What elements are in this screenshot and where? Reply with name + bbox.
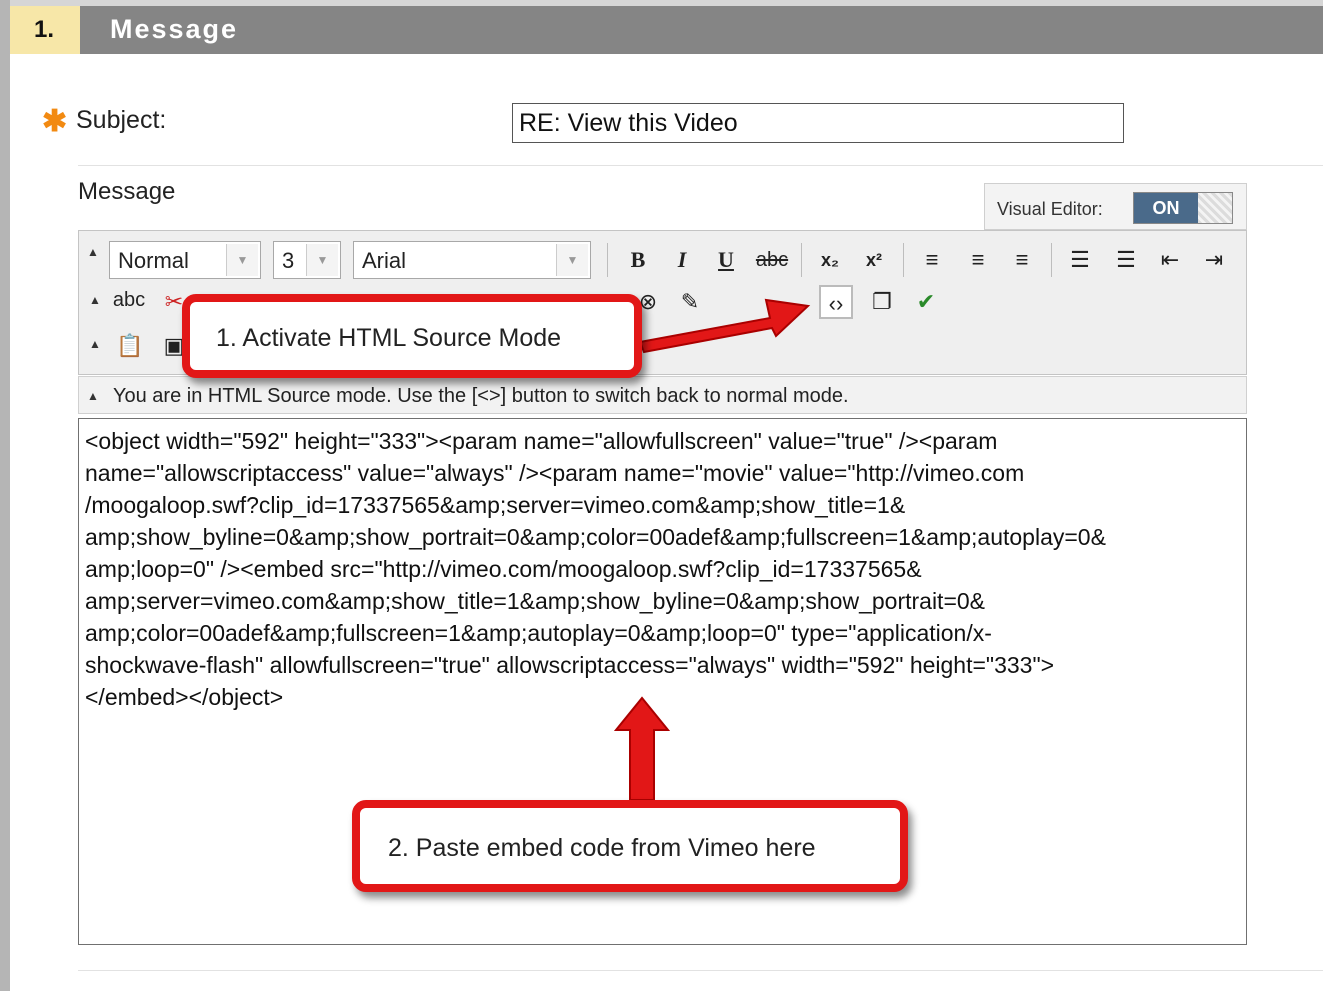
- callout-step1: 1. Activate HTML Source Mode: [182, 294, 642, 378]
- callout-step2-text: 2. Paste embed code from Vimeo here: [388, 834, 816, 862]
- arrow-to-html-button: [638, 298, 811, 354]
- arrow-to-editor: [613, 696, 671, 801]
- callout-step1-text: 1. Activate HTML Source Mode: [216, 324, 562, 352]
- callout-step2: 2. Paste embed code from Vimeo here: [352, 800, 908, 892]
